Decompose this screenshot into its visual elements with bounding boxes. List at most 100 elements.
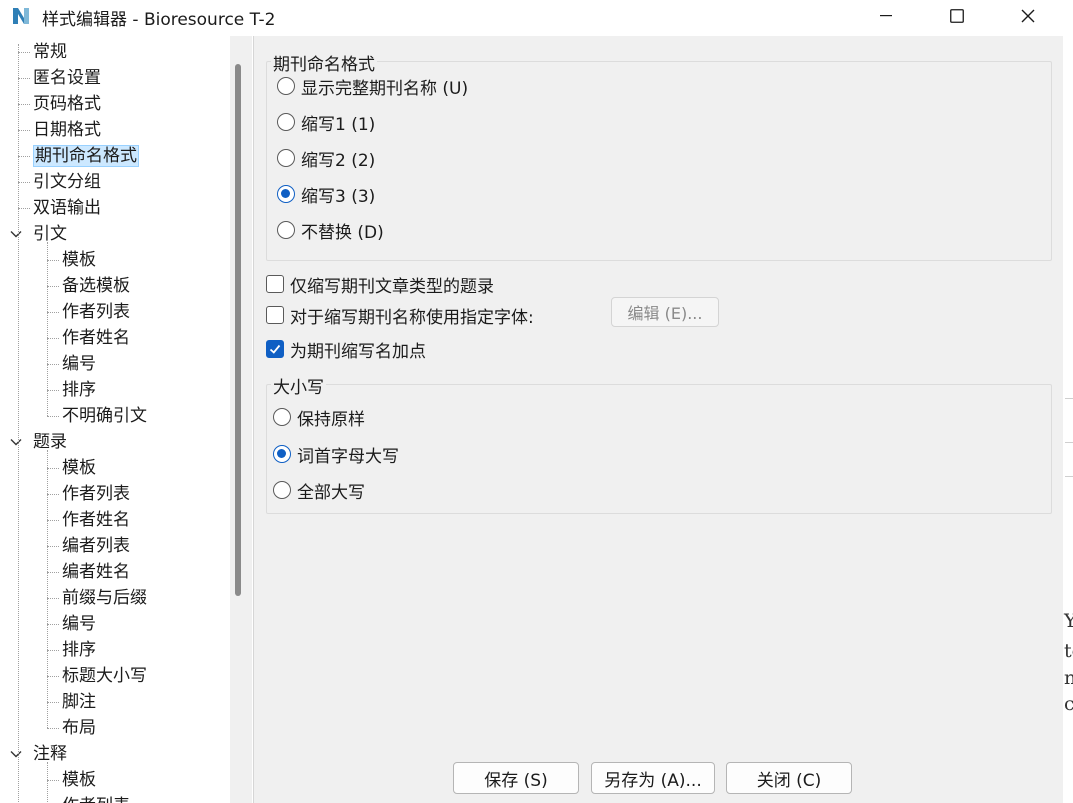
radio-no-replace[interactable]: 不替换 (D)	[277, 217, 384, 243]
tree-item[interactable]: 编号	[62, 352, 96, 376]
minimize-button[interactable]	[863, 0, 909, 32]
settings-tree[interactable]: 常规 匿名设置 页码格式 日期格式 期刊命名格式 引文分组 双语输出 引文 模板 备选模板 作者列表…	[0, 36, 230, 803]
tree-item[interactable]: 编者列表	[62, 534, 130, 558]
tree-connector	[18, 78, 30, 79]
tree-connector	[47, 650, 59, 651]
tree-item[interactable]: 日期格式	[33, 118, 101, 142]
tree-connector	[18, 130, 30, 131]
tree-item[interactable]: 匿名设置	[33, 66, 101, 90]
tree-connector	[47, 520, 59, 521]
tree-connector	[18, 44, 19, 803]
tree-connector	[18, 52, 30, 53]
tree-item[interactable]: 备选模板	[62, 274, 130, 298]
tree-connector	[47, 286, 59, 287]
maximize-button[interactable]	[934, 0, 980, 32]
tree-item-label: 不明确引文	[62, 406, 147, 426]
tree-item-label: 编者姓名	[62, 562, 130, 582]
tree-item-label: 模板	[62, 770, 96, 790]
tree-connector	[47, 260, 59, 261]
tree-item[interactable]: 题录	[33, 430, 67, 454]
tree-item[interactable]: 常规	[33, 40, 67, 64]
radio-abbreviation-1[interactable]: 缩写1 (1)	[277, 109, 375, 135]
endnote-app-icon	[13, 8, 29, 24]
tree-item[interactable]: 标题大小写	[62, 664, 147, 688]
save-button[interactable]: 保存 (S)	[453, 762, 579, 794]
tree-item[interactable]: 模板	[62, 248, 96, 272]
radio-abbreviation-3[interactable]: 缩写3 (3)	[277, 181, 375, 207]
tree-item[interactable]: 作者姓名	[62, 326, 130, 350]
tree-item-label: 布局	[62, 718, 96, 738]
tree-item-label: 标题大小写	[62, 666, 147, 686]
tree-item[interactable]: 模板	[62, 768, 96, 792]
radio-keep-as-is[interactable]: 保持原样	[273, 404, 365, 430]
tree-connector	[18, 182, 30, 183]
tree-item[interactable]: 脚注	[62, 690, 96, 714]
checkbox-box	[266, 275, 284, 293]
close-window-button[interactable]	[1005, 0, 1051, 32]
tree-item-label: 排序	[62, 640, 96, 660]
maximize-icon	[950, 9, 964, 23]
tree-item-label: 日期格式	[33, 120, 101, 140]
title-bar[interactable]: 样式编辑器 - Bioresource T-2	[0, 0, 1063, 32]
tree-item[interactable]: 不明确引文	[62, 404, 147, 428]
tree-item-label: 作者姓名	[62, 328, 130, 348]
tree-item[interactable]: 编者姓名	[62, 560, 130, 584]
radio-indicator-selected	[277, 185, 295, 203]
tree-item[interactable]: 布局	[62, 716, 96, 740]
tree-connector	[47, 572, 59, 573]
chevron-down-icon[interactable]	[9, 227, 23, 241]
background-divider	[1065, 442, 1073, 443]
tree-connector	[47, 546, 59, 547]
tree-item[interactable]: 页码格式	[33, 92, 101, 116]
radio-title-case[interactable]: 词首字母大写	[273, 441, 399, 467]
tree-connector	[47, 468, 59, 469]
checkbox-add-periods[interactable]: 为期刊缩写名加点	[266, 336, 426, 362]
close-button[interactable]: 关闭 (C)	[726, 762, 852, 794]
radio-abbreviation-2[interactable]: 缩写2 (2)	[277, 145, 375, 171]
tree-item-label: 备选模板	[62, 276, 130, 296]
tree-connector	[47, 312, 59, 313]
tree-item[interactable]: 排序	[62, 638, 96, 662]
radio-all-caps[interactable]: 全部大写	[273, 477, 365, 503]
tree-item[interactable]: 编号	[62, 612, 96, 636]
background-divider	[1065, 476, 1073, 477]
edit-font-button[interactable]: 编辑 (E)...	[611, 297, 719, 327]
checkbox-use-specified-font[interactable]: 对于缩写期刊名称使用指定字体:	[266, 302, 534, 328]
tree-connector	[47, 494, 59, 495]
tree-item[interactable]: 期刊命名格式	[33, 144, 139, 168]
tree-item[interactable]: 注释	[33, 742, 67, 766]
tree-item[interactable]: 引文	[33, 222, 67, 246]
chevron-down-icon[interactable]	[9, 435, 23, 449]
tree-item-label: 题录	[33, 432, 67, 452]
tree-item-label: 引文	[33, 224, 67, 244]
tree-item-label: 编者列表	[62, 536, 130, 556]
background-text-fragment: n	[1064, 667, 1073, 689]
tree-item-label: 匿名设置	[33, 68, 101, 88]
radio-indicator	[277, 113, 295, 131]
close-icon	[1021, 9, 1035, 23]
tree-item[interactable]: 模板	[62, 456, 96, 480]
tree-item[interactable]: 双语输出	[33, 196, 101, 220]
style-editor-window: 样式编辑器 - Bioresource T-2 常规 匿名设置 页码格式 日期格式 期刊…	[0, 0, 1064, 803]
save-as-button[interactable]: 另存为 (A)...	[591, 762, 715, 794]
tree-item[interactable]: 作者列表	[62, 300, 130, 324]
tree-item-label: 常规	[33, 42, 67, 62]
tree-item[interactable]: 引文分组	[33, 170, 101, 194]
checkbox-box	[266, 306, 284, 324]
settings-panel: 期刊命名格式 显示完整期刊名称 (U) 缩写1 (1) 缩写2 (2) 缩写3 …	[253, 36, 1064, 803]
radio-indicator	[277, 77, 295, 95]
chevron-down-icon[interactable]	[9, 747, 23, 761]
tree-item[interactable]: 作者列表	[62, 482, 130, 506]
tree-connector	[47, 390, 59, 391]
radio-indicator	[277, 221, 295, 239]
tree-scrollbar[interactable]	[230, 36, 252, 803]
tree-item[interactable]: 作者列表	[62, 794, 130, 803]
radio-full-journal-name[interactable]: 显示完整期刊名称 (U)	[277, 73, 468, 99]
tree-item[interactable]: 前缀与后缀	[62, 586, 147, 610]
journal-format-group-title: 期刊命名格式	[271, 50, 377, 75]
tree-connector	[18, 156, 30, 157]
tree-scrollbar-thumb[interactable]	[235, 64, 241, 596]
tree-item[interactable]: 排序	[62, 378, 96, 402]
checkbox-abbreviate-journal-articles-only[interactable]: 仅缩写期刊文章类型的题录	[266, 271, 494, 297]
tree-item[interactable]: 作者姓名	[62, 508, 130, 532]
